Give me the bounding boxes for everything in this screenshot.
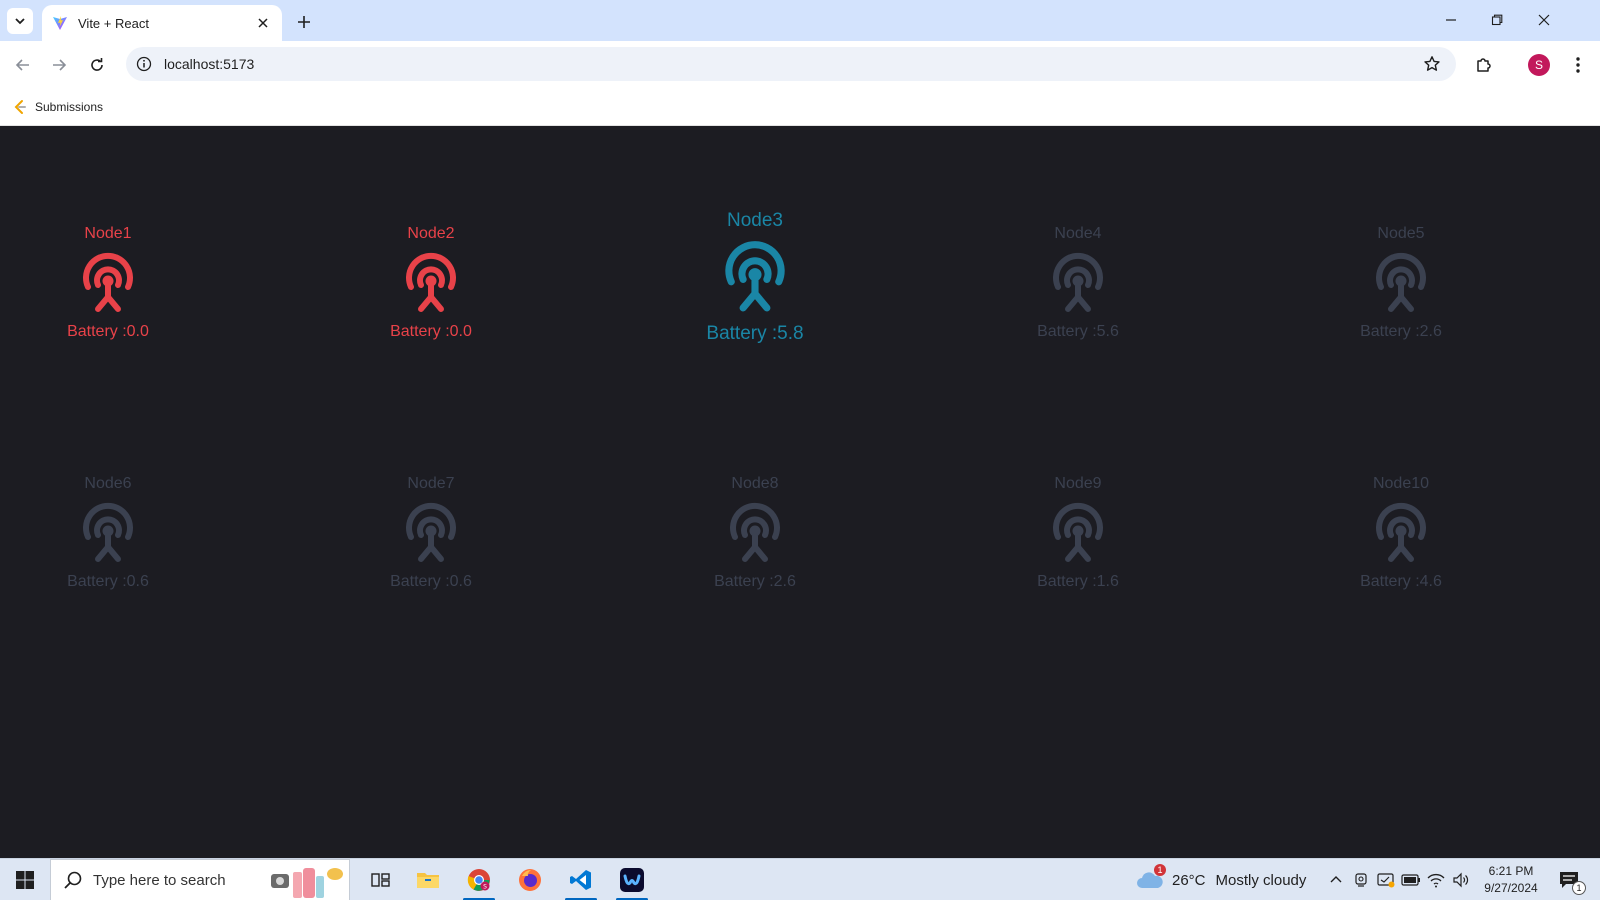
node-name: Node3: [727, 210, 783, 231]
volume-icon[interactable]: [1451, 870, 1471, 890]
restore-icon[interactable]: [1483, 8, 1511, 32]
search-icon: [63, 870, 83, 890]
node-card[interactable]: Node7 Battery :0.6: [341, 475, 521, 591]
node-battery: Battery :0.6: [67, 573, 149, 590]
node-battery: Battery :5.8: [706, 323, 804, 344]
node-dashboard: Node1 Battery :0.0 Node2 Battery :0.0 No…: [0, 126, 1600, 858]
weather-condition: Mostly cloudy: [1215, 871, 1307, 889]
webex-icon[interactable]: [611, 863, 653, 900]
node-name: Node10: [1372, 475, 1430, 492]
node-name: Node5: [1377, 225, 1425, 242]
node-card[interactable]: Node10 Battery :4.6: [1311, 475, 1491, 591]
node-card[interactable]: Node5 Battery :2.6: [1311, 225, 1491, 341]
node-battery: Battery :0.0: [390, 323, 472, 340]
node-card[interactable]: Node8 Battery :2.6: [665, 475, 845, 591]
more-menu-icon[interactable]: [1566, 53, 1590, 77]
node-card[interactable]: Node3 Battery :5.8: [665, 210, 845, 344]
node-card[interactable]: Node6 Battery :0.6: [18, 475, 198, 591]
weather-alert-badge: 1: [1154, 864, 1166, 876]
antenna-signal-icon: [76, 501, 140, 565]
browser-toolbar: localhost:5173 S: [0, 41, 1600, 88]
battery-icon[interactable]: [1401, 870, 1421, 890]
antenna-signal-icon: [1369, 501, 1433, 565]
antenna-signal-icon: [1369, 251, 1433, 315]
node-name: Node7: [407, 475, 455, 492]
tab-search-button[interactable]: [7, 8, 33, 34]
notification-count-badge: 1: [1572, 881, 1586, 895]
node-name: Node6: [84, 475, 132, 492]
node-battery: Battery :4.6: [1360, 573, 1442, 590]
close-window-icon[interactable]: [1530, 8, 1558, 32]
vite-logo-icon: [52, 15, 68, 31]
windows-start-icon[interactable]: [8, 866, 42, 894]
taskbar-search-box[interactable]: Type here to search: [50, 859, 350, 900]
node-card[interactable]: Node4 Battery :5.6: [988, 225, 1168, 341]
browser-tab[interactable]: Vite + React: [42, 5, 282, 41]
address-bar[interactable]: localhost:5173: [126, 47, 1456, 81]
node-battery: Battery :0.0: [67, 323, 149, 340]
antenna-signal-icon: [1046, 501, 1110, 565]
node-battery: Battery :0.6: [390, 573, 472, 590]
weather-widget[interactable]: 1 26°C Mostly cloudy: [1136, 864, 1307, 895]
chevron-up-icon[interactable]: [1326, 870, 1346, 890]
leetcode-logo-icon: [12, 99, 28, 115]
meet-now-icon[interactable]: [1351, 870, 1371, 890]
node-battery: Battery :2.6: [1360, 323, 1442, 340]
firefox-icon[interactable]: [509, 863, 551, 897]
antenna-signal-icon: [1046, 251, 1110, 315]
extensions-puzzle-icon[interactable]: [1472, 53, 1496, 77]
node-battery: Battery :1.6: [1037, 573, 1119, 590]
notification-center-icon[interactable]: 1: [1556, 868, 1586, 895]
node-name: Node1: [84, 225, 132, 242]
bookmark-submissions[interactable]: Submissions: [12, 96, 103, 118]
antenna-signal-icon: [717, 239, 793, 315]
node-name: Node8: [731, 475, 779, 492]
file-explorer-icon[interactable]: [407, 863, 449, 897]
bookmarks-bar: Submissions: [0, 88, 1600, 126]
node-name: Node2: [407, 225, 455, 242]
tab-title: Vite + React: [78, 15, 149, 31]
search-placeholder: Type here to search: [93, 871, 226, 889]
node-card[interactable]: Node9 Battery :1.6: [988, 475, 1168, 591]
node-card[interactable]: Node2 Battery :0.0: [341, 225, 521, 341]
clock-time: 6:21 PM: [1488, 864, 1534, 878]
chevron-down-icon: [15, 18, 25, 25]
profile-avatar[interactable]: S: [1528, 54, 1550, 76]
task-view-icon[interactable]: [360, 863, 402, 897]
node-battery: Battery :5.6: [1037, 323, 1119, 340]
browser-tabstrip: Vite + React: [0, 0, 1600, 41]
minimize-icon[interactable]: [1437, 8, 1465, 32]
antenna-signal-icon: [723, 501, 787, 565]
new-tab-icon[interactable]: [292, 10, 316, 34]
security-alert-icon[interactable]: [1376, 870, 1396, 890]
node-name: Node9: [1054, 475, 1102, 492]
reload-icon[interactable]: [84, 52, 110, 78]
close-tab-icon[interactable]: [254, 14, 272, 32]
url-text[interactable]: localhost:5173: [164, 56, 1422, 72]
bookmark-label: Submissions: [35, 100, 104, 114]
node-battery: Battery :2.6: [714, 573, 796, 590]
windows-taskbar: Type here to search S 1 26°C Mostly clou…: [0, 858, 1600, 900]
site-info-icon[interactable]: [136, 56, 152, 72]
forward-arrow-icon[interactable]: [46, 52, 72, 78]
node-name: Node4: [1054, 225, 1102, 242]
back-arrow-icon[interactable]: [10, 52, 36, 78]
vscode-icon[interactable]: [560, 863, 602, 900]
search-highlight-illustration-icon: [267, 860, 345, 900]
antenna-signal-icon: [399, 251, 463, 315]
cloud-icon: 1: [1136, 864, 1166, 892]
svg-text:S: S: [483, 884, 487, 891]
clock-date: 9/27/2024: [1484, 881, 1538, 895]
chrome-icon[interactable]: S: [458, 863, 500, 900]
antenna-signal-icon: [399, 501, 463, 565]
node-card[interactable]: Node1 Battery :0.0: [18, 225, 198, 341]
wifi-icon[interactable]: [1426, 870, 1446, 890]
taskbar-clock[interactable]: 6:21 PM 9/27/2024: [1478, 863, 1544, 897]
bookmark-star-icon[interactable]: [1422, 54, 1442, 74]
weather-temp: 26°C: [1172, 871, 1206, 889]
antenna-signal-icon: [76, 251, 140, 315]
